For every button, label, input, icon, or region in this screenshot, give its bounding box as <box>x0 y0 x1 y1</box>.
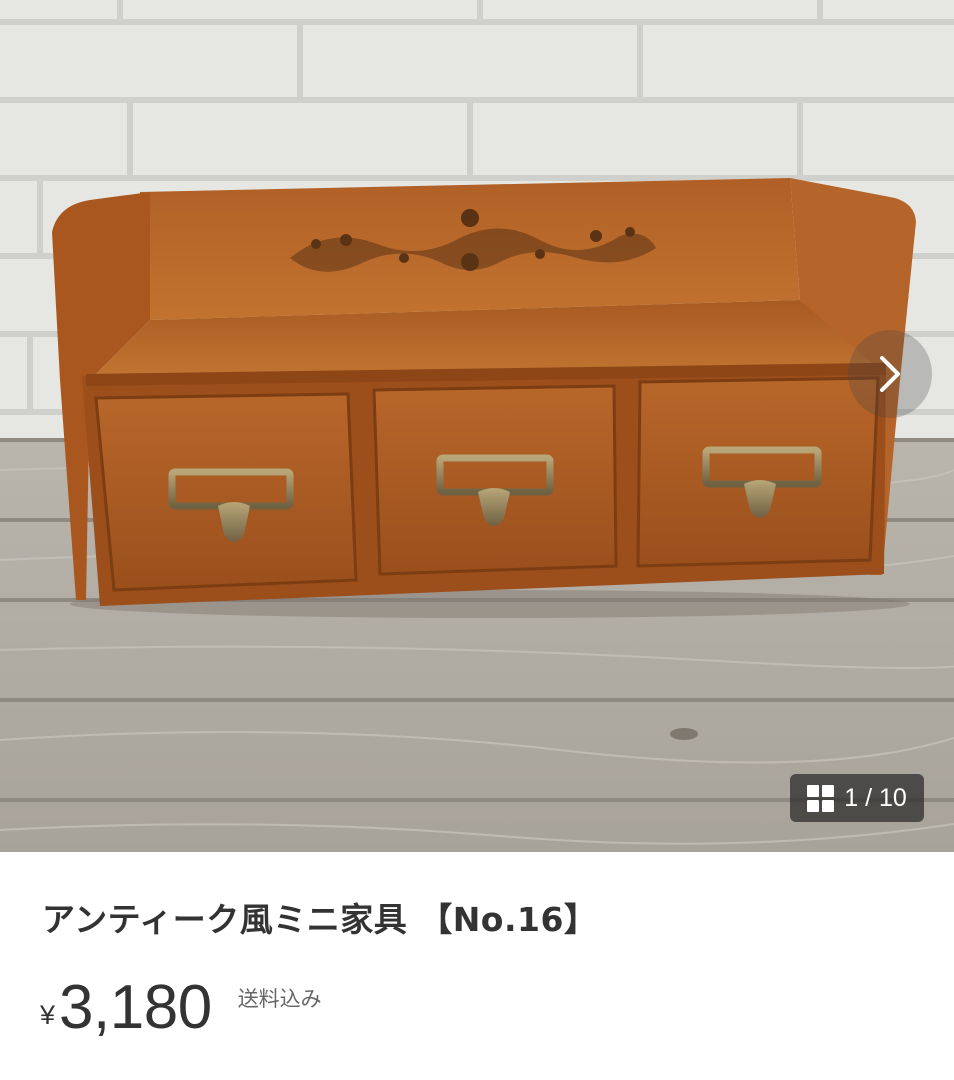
chevron-right-icon <box>880 356 900 392</box>
next-image-button[interactable] <box>848 330 932 418</box>
image-counter-badge[interactable]: 1 / 10 <box>790 774 924 822</box>
shipping-note: 送料込み <box>237 987 322 1011</box>
currency-symbol: ¥ <box>40 1000 56 1030</box>
product-price: 3,180 <box>59 973 212 1042</box>
product-title: アンティーク風ミニ家具 【No.16】 <box>42 900 598 939</box>
product-image <box>0 0 954 852</box>
price-row: ¥ 3,180 送料込み <box>40 972 322 1043</box>
product-photo[interactable]: 1 / 10 <box>0 0 954 852</box>
grid-icon <box>807 784 835 812</box>
product-page: 1 / 10 アンティーク風ミニ家具 【No.16】 ¥ 3,180 送料込み <box>0 0 954 1080</box>
image-counter-text: 1 / 10 <box>844 783 907 812</box>
